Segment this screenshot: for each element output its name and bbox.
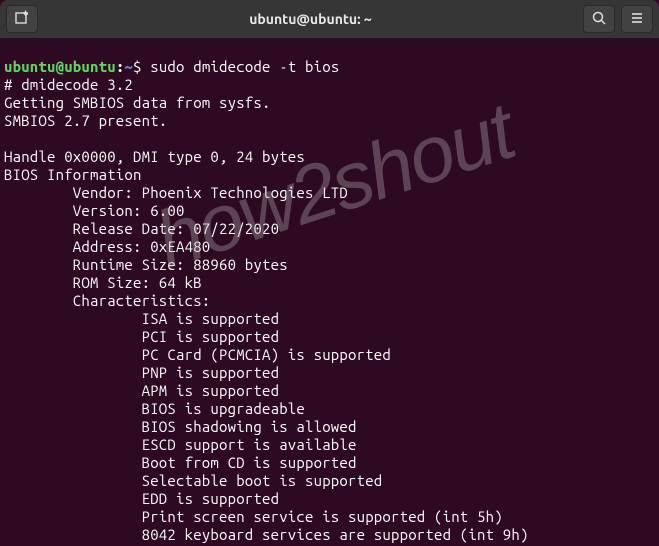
output-line: Version: 6.00 [4,202,185,219]
output-line: Boot from CD is supported [4,454,357,471]
output-line: PCI is supported [4,328,279,345]
prompt-user: ubuntu@ubuntu [4,58,116,75]
prompt-dollar: $ [133,58,150,75]
output-line: Runtime Size: 88960 bytes [4,256,288,273]
hamburger-icon [629,10,645,29]
window-title: ubuntu@ubuntu: ~ [249,11,372,27]
output-line: PNP is supported [4,364,279,381]
output-line: Handle 0x0000, DMI type 0, 24 bytes [4,148,305,165]
output-line: EDD is supported [4,490,279,507]
output-line: Address: 0xEA480 [4,238,210,255]
output-line: SMBIOS 2.7 present. [4,112,167,129]
output-line: ISA is supported [4,310,279,327]
output-line: APM is supported [4,382,279,399]
output-line: BIOS shadowing is allowed [4,418,357,435]
output-line: Getting SMBIOS data from sysfs. [4,94,271,111]
output-line: Release Date: 07/22/2020 [4,220,279,237]
new-tab-icon [14,10,30,29]
output-line: Print screen service is supported (int 5… [4,508,503,525]
titlebar: ubuntu@ubuntu: ~ [0,0,659,38]
output-line: Vendor: Phoenix Technologies LTD [4,184,348,201]
output-line: ROM Size: 64 kB [4,274,202,291]
output-line: BIOS is upgradeable [4,400,305,417]
new-tab-button[interactable] [6,5,38,33]
output-line: PC Card (PCMCIA) is supported [4,346,391,363]
output-line: BIOS Information [4,166,142,183]
menu-button[interactable] [621,5,653,33]
search-icon [591,10,607,29]
output-line: 8042 keyboard services are supported (in… [4,526,529,543]
output-line: # dmidecode 3.2 [4,76,133,93]
prompt-path: ~ [124,58,133,75]
output-line: ESCD support is available [4,436,357,453]
terminal-output[interactable]: ubuntu@ubuntu:~$ sudo dmidecode -t bios … [0,38,659,546]
search-button[interactable] [583,5,615,33]
output-line: Characteristics: [4,292,210,309]
output-line: Selectable boot is supported [4,472,382,489]
command-text: sudo dmidecode -t bios [150,58,339,75]
